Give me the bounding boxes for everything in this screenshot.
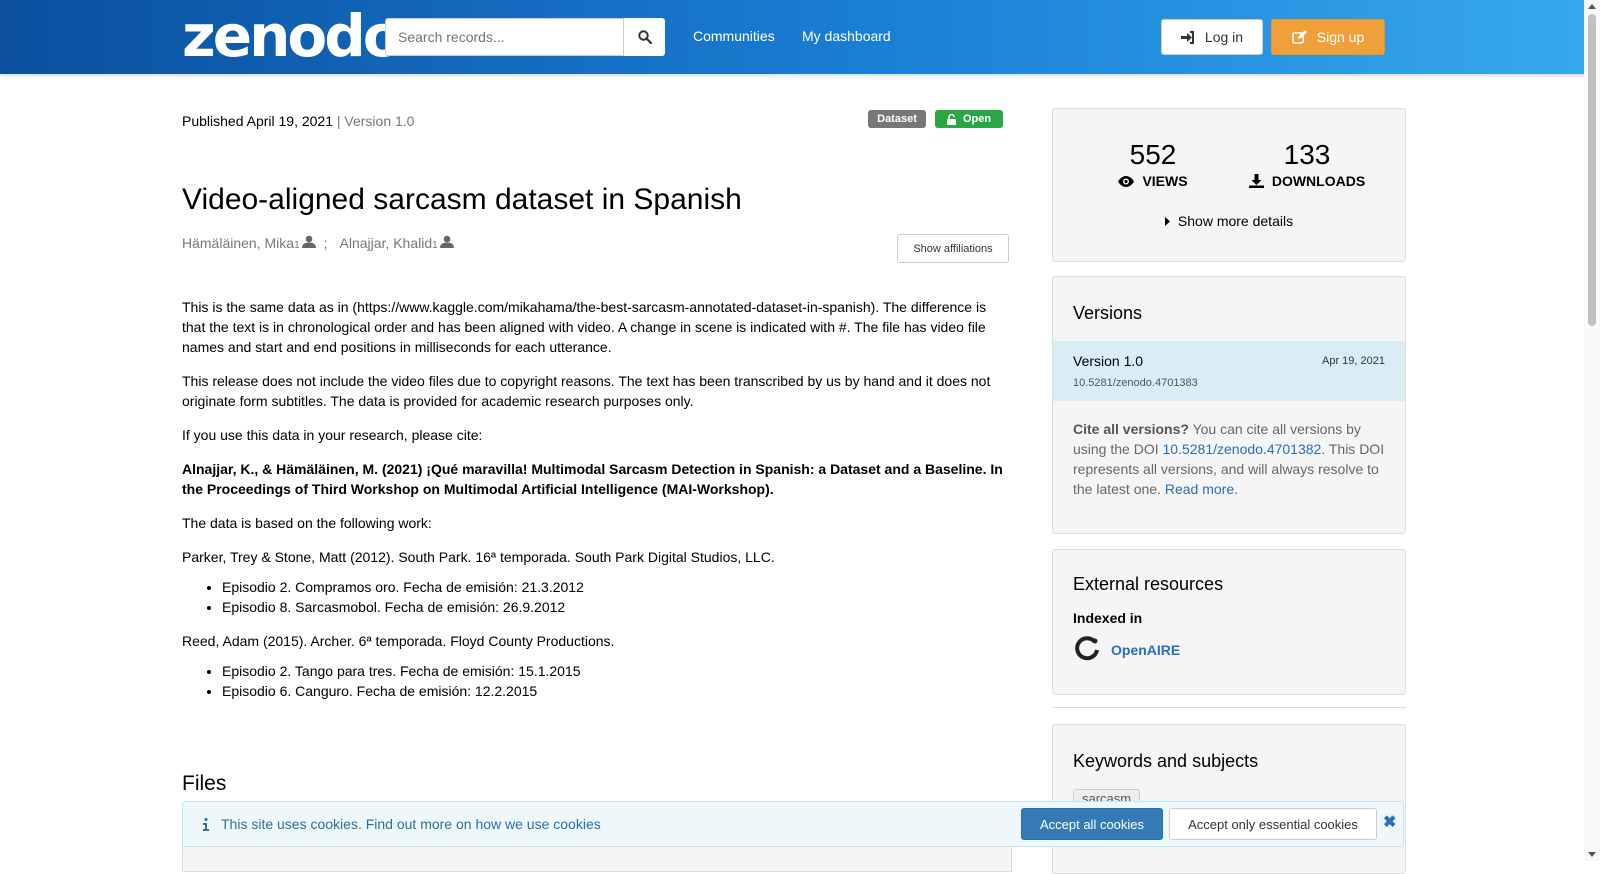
openaire-logo-icon xyxy=(1075,636,1099,661)
keywords-heading: Keywords and subjects xyxy=(1073,751,1259,771)
top-navbar: zenodo Communities My dashboard Log in S… xyxy=(0,0,1600,74)
access-badge: Open xyxy=(935,110,1003,128)
concept-doi-link[interactable]: 10.5281/zenodo.4701382 xyxy=(1163,441,1322,457)
cookie-banner: This site uses cookies. Find out more on… xyxy=(182,801,1404,847)
source-reference: Parker, Trey & Stone, Matt (2012). South… xyxy=(182,549,775,565)
version-row[interactable]: Version 1.0 Apr 19, 2021 10.5281/zenodo.… xyxy=(1053,341,1405,401)
downloads-stat: 133 DOWNLOADS xyxy=(1227,139,1387,189)
nav-communities[interactable]: Communities xyxy=(693,28,775,44)
episode-list: Episodio 2. Compramos oro. Fecha de emis… xyxy=(182,577,1010,617)
record-description: This is the same data as in (https://www… xyxy=(182,297,1010,715)
resource-type-badge: Dataset xyxy=(868,110,926,128)
keywords-panel: Keywords and subjects sarcasm xyxy=(1052,724,1406,874)
external-resources-heading: External resources xyxy=(1073,574,1224,594)
cite-all-versions: Cite all versions? You can cite all vers… xyxy=(1073,419,1389,499)
version-doi: 10.5281/zenodo.4701383 xyxy=(1073,377,1198,389)
user-icon xyxy=(301,235,316,248)
scroll-up-icon[interactable] xyxy=(1588,4,1596,9)
cookie-message: This site uses cookies. Find out more on… xyxy=(203,816,601,832)
version-date: Apr 19, 2021 xyxy=(1322,355,1385,367)
versions-panel: Versions Version 1.0 Apr 19, 2021 10.528… xyxy=(1052,276,1406,534)
scrollbar-thumb[interactable] xyxy=(1588,14,1596,326)
openaire-link[interactable]: OpenAIRE xyxy=(1073,636,1180,664)
show-more-details[interactable]: Show more details xyxy=(1053,213,1405,229)
description-paragraph: This release does not include the video … xyxy=(182,373,991,409)
views-label: VIEWS xyxy=(1142,173,1188,189)
edit-icon xyxy=(1291,30,1307,44)
eye-icon xyxy=(1118,175,1135,187)
user-icon xyxy=(439,235,454,248)
caret-right-icon xyxy=(1164,216,1170,226)
info-icon xyxy=(203,817,209,831)
sign-in-icon xyxy=(1180,30,1194,44)
external-resources-panel: External resources Indexed in OpenAIRE xyxy=(1052,549,1406,695)
author-separator: ; xyxy=(323,235,328,251)
description-paragraph: This is the same data as in (https://www… xyxy=(182,299,987,355)
published-date: Published April 19, 2021 xyxy=(182,113,333,129)
affiliation-number: 1 xyxy=(432,240,438,251)
cite-heading: Cite all versions? xyxy=(1073,421,1189,437)
list-item: Episodio 2. Tango para tres. Fecha de em… xyxy=(222,661,1010,681)
record-title: Video-aligned sarcasm dataset in Spanish xyxy=(182,183,742,216)
badge-label: Dataset xyxy=(877,113,917,125)
author-name[interactable]: Alnajjar, Khalid xyxy=(340,235,433,251)
list-item: Episodio 2. Compramos oro. Fecha de emis… xyxy=(222,577,1010,597)
login-button[interactable]: Log in xyxy=(1161,19,1263,55)
openaire-label: OpenAIRE xyxy=(1111,642,1181,658)
views-count: 552 xyxy=(1129,139,1177,170)
list-item: Episodio 8. Sarcasmobol. Fecha de emisió… xyxy=(222,597,1010,617)
version-label: Version 1.0 xyxy=(344,113,415,129)
description-paragraph: If you use this data in your research, p… xyxy=(182,427,483,443)
search-button[interactable] xyxy=(623,18,665,56)
description-paragraph: The data is based on the following work: xyxy=(182,515,432,531)
episode-list: Episodio 2. Tango para tres. Fecha de em… xyxy=(182,661,1010,701)
citation-text: Alnajjar, K., & Hämäläinen, M. (2021) ¡Q… xyxy=(182,461,1003,497)
page-scrollbar[interactable] xyxy=(1584,0,1600,861)
sidebar-divider xyxy=(1052,707,1406,708)
version-name: Version 1.0 xyxy=(1073,353,1144,369)
author-name[interactable]: Hämäläinen, Mika xyxy=(182,235,294,251)
views-stat: 552 VIEWS xyxy=(1073,139,1233,189)
author-list: Hämäläinen, Mika 1 ; Alnajjar, Khalid 1 xyxy=(182,235,454,251)
downloads-count: 133 xyxy=(1283,139,1331,170)
source-reference: Reed, Adam (2015). Archer. 6ª temporada.… xyxy=(182,633,615,649)
close-icon[interactable]: ✖ xyxy=(1383,812,1396,832)
list-item: Episodio 6. Canguro. Fecha de emisión: 1… xyxy=(222,681,1010,701)
accept-all-cookies-button[interactable]: Accept all cookies xyxy=(1021,808,1163,840)
show-more-label: Show more details xyxy=(1177,213,1294,229)
publication-info: Published April 19, 2021 | Version 1.0 xyxy=(182,113,414,129)
versions-heading: Versions xyxy=(1073,303,1143,323)
zenodo-logo[interactable]: zenodo xyxy=(182,4,403,68)
affiliation-number: 1 xyxy=(294,240,300,251)
download-icon xyxy=(1248,174,1264,188)
stats-panel: 552 VIEWS 133 DOWNLOADS Show more detail… xyxy=(1052,108,1406,262)
nav-my-dashboard[interactable]: My dashboard xyxy=(802,28,891,44)
downloads-label: DOWNLOADS xyxy=(1271,173,1366,189)
signup-button[interactable]: Sign up xyxy=(1271,19,1385,55)
search-form xyxy=(385,18,665,56)
scroll-down-icon[interactable] xyxy=(1588,852,1596,857)
separator: | xyxy=(336,113,341,129)
indexed-in-label: Indexed in xyxy=(1073,610,1143,626)
badge-label: Open xyxy=(962,113,992,125)
show-affiliations-button[interactable]: Show affiliations xyxy=(897,234,1009,263)
unlock-icon xyxy=(946,113,956,125)
login-label: Log in xyxy=(1204,29,1244,45)
search-icon xyxy=(637,30,652,44)
accept-essential-cookies-button[interactable]: Accept only essential cookies xyxy=(1169,808,1377,840)
files-heading: Files xyxy=(182,772,227,795)
cookie-policy-link[interactable]: how we use cookies xyxy=(475,816,600,832)
signup-label: Sign up xyxy=(1316,29,1365,45)
search-input[interactable] xyxy=(385,18,625,56)
read-more-link[interactable]: Read more. xyxy=(1165,481,1238,497)
cookie-text: This site uses cookies. Find out more on xyxy=(221,816,476,832)
